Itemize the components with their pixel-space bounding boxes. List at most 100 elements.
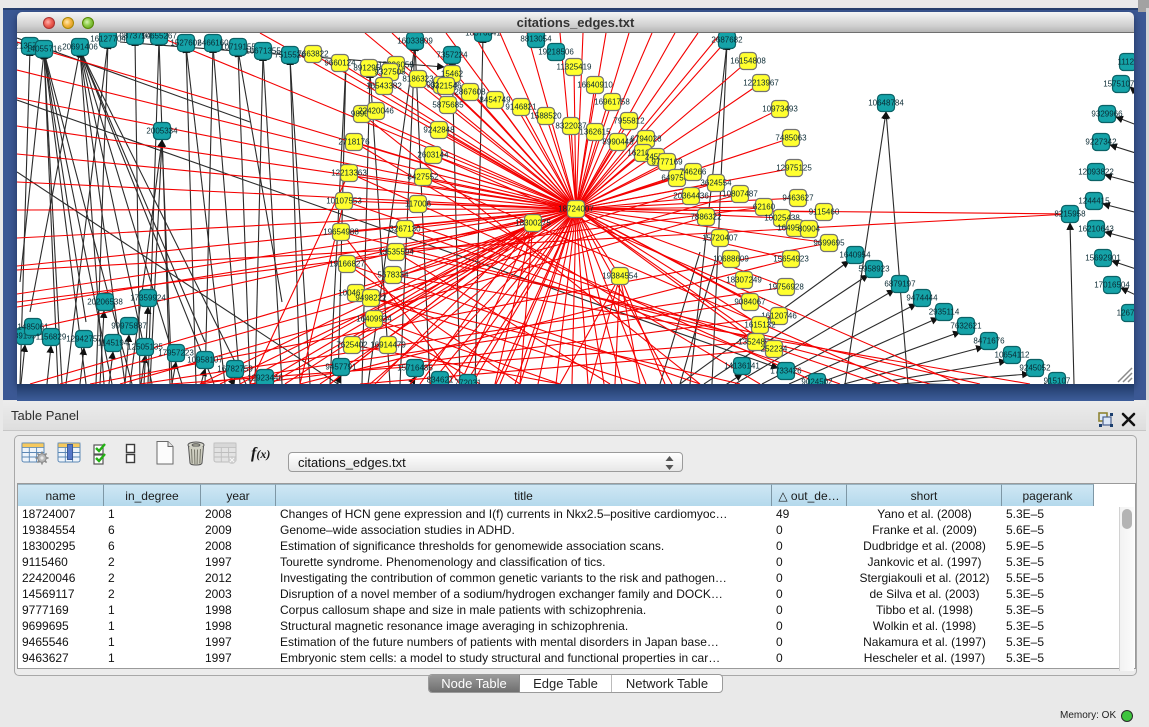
svg-text:2603144: 2603144 <box>417 151 449 160</box>
svg-text:6794028: 6794028 <box>630 135 662 144</box>
svg-text:11325419: 11325419 <box>557 63 593 72</box>
svg-text:16640910: 16640910 <box>577 81 613 90</box>
svg-text:15751074: 15751074 <box>1103 80 1134 89</box>
svg-text:117006: 117006 <box>405 200 432 209</box>
svg-text:12923446: 12923446 <box>247 374 283 383</box>
svg-text:20364436: 20364436 <box>673 192 709 201</box>
svg-text:9463627: 9463627 <box>782 194 814 203</box>
svg-text:10688609: 10688609 <box>713 255 749 264</box>
svg-text:10654112: 10654112 <box>995 351 1031 360</box>
svg-text:16543382: 16543382 <box>366 82 402 91</box>
svg-text:746266: 746266 <box>680 168 707 177</box>
svg-text:1615132: 1615132 <box>744 321 776 330</box>
svg-text:5875685: 5875685 <box>432 101 464 110</box>
svg-text:9474444: 9474444 <box>906 294 938 303</box>
svg-text:12213363: 12213363 <box>331 169 367 178</box>
svg-text:915107: 915107 <box>1044 377 1071 385</box>
svg-text:16154808: 16154808 <box>730 57 766 66</box>
svg-text:19166827: 19166827 <box>329 260 365 269</box>
svg-text:1145194: 1145194 <box>98 339 129 348</box>
svg-text:9327505: 9327505 <box>374 68 406 77</box>
svg-text:22420046: 22420046 <box>358 107 394 116</box>
svg-text:8427552: 8427552 <box>407 173 439 182</box>
svg-text:7357224: 7357224 <box>436 51 468 60</box>
svg-text:18576841: 18576841 <box>465 33 501 38</box>
svg-text:15692901: 15692901 <box>1085 254 1121 263</box>
svg-text:1244415: 1244415 <box>1078 197 1110 206</box>
svg-text:9146821: 9146821 <box>505 103 537 112</box>
svg-text:9084067: 9084067 <box>734 298 766 307</box>
svg-text:15720407: 15720407 <box>702 234 738 243</box>
svg-text:16409934: 16409934 <box>356 315 392 324</box>
svg-text:2935114: 2935114 <box>929 308 960 317</box>
svg-text:7955812: 7955812 <box>613 117 645 126</box>
svg-text:18300275: 18300275 <box>515 219 551 228</box>
svg-text:8471676: 8471676 <box>973 337 1005 346</box>
svg-text:12975125: 12975125 <box>776 164 812 173</box>
svg-text:19384554: 19384554 <box>602 272 638 281</box>
svg-text:18307249: 18307249 <box>726 276 762 285</box>
svg-text:11123: 11123 <box>1117 58 1134 67</box>
svg-text:1156829: 1156829 <box>36 333 67 342</box>
svg-text:9242848: 9242848 <box>423 126 455 135</box>
svg-text:20691406: 20691406 <box>62 43 98 52</box>
svg-text:9227342: 9227342 <box>1085 138 1117 147</box>
svg-text:834621: 834621 <box>427 376 454 385</box>
svg-text:16033809: 16033809 <box>397 37 433 46</box>
svg-text:99975887: 99975887 <box>111 322 147 331</box>
svg-text:7663822: 7663822 <box>297 50 329 59</box>
svg-text:126753: 126753 <box>1117 309 1134 318</box>
svg-text:16961758: 16961758 <box>594 98 630 107</box>
svg-text:3624554: 3624554 <box>700 179 732 188</box>
svg-text:5958923: 5958923 <box>858 265 890 274</box>
svg-text:10973493: 10973493 <box>762 105 798 114</box>
svg-text:7632621: 7632621 <box>950 322 982 331</box>
svg-text:1588520: 1588520 <box>530 112 562 121</box>
svg-text:14136141: 14136141 <box>724 362 760 371</box>
svg-text:17016504: 17016504 <box>1094 281 1130 290</box>
svg-text:15654923: 15654923 <box>773 255 809 264</box>
svg-text:8990448: 8990448 <box>602 138 634 147</box>
svg-text:252234: 252234 <box>761 345 788 354</box>
svg-text:14055716: 14055716 <box>26 45 62 54</box>
svg-text:8813054: 8813054 <box>520 35 552 44</box>
svg-text:1640954: 1640954 <box>839 251 871 260</box>
svg-text:9660124: 9660124 <box>324 59 356 68</box>
svg-text:15716485: 15716485 <box>397 364 433 373</box>
svg-text:9115460: 9115460 <box>809 208 840 217</box>
svg-text:19756928: 19756928 <box>768 283 804 292</box>
svg-text:19654988: 19654988 <box>323 228 359 237</box>
svg-text:2687682: 2687682 <box>711 36 743 45</box>
svg-text:17359924: 17359924 <box>130 294 166 303</box>
svg-text:9245052: 9245052 <box>1019 364 1051 373</box>
svg-text:3267130: 3267130 <box>389 225 421 234</box>
svg-text:62160: 62160 <box>753 203 776 212</box>
svg-text:16210643: 16210643 <box>1078 225 1114 234</box>
svg-text:1733426: 1733426 <box>770 367 802 376</box>
svg-text:16914479: 16914479 <box>370 341 406 350</box>
svg-text:12093822: 12093822 <box>1078 168 1114 177</box>
svg-text:9329966: 9329966 <box>1091 110 1123 119</box>
svg-text:8215958: 8215958 <box>1054 210 1086 219</box>
svg-text:9498222: 9498222 <box>355 294 387 303</box>
svg-text:13535594: 13535594 <box>378 248 414 257</box>
svg-text:9699695: 9699695 <box>813 239 845 248</box>
svg-text:7625402: 7625402 <box>336 341 368 350</box>
svg-text:16782759: 16782759 <box>217 365 253 374</box>
svg-text:20206538: 20206538 <box>87 298 123 307</box>
svg-text:80904: 80904 <box>798 225 821 234</box>
svg-text:7886322: 7886322 <box>690 213 722 222</box>
svg-text:18724007: 18724007 <box>558 205 594 214</box>
svg-text:12213967: 12213967 <box>743 79 779 88</box>
svg-text:1362615: 1362615 <box>579 128 611 137</box>
svg-text:2005334: 2005334 <box>146 127 178 136</box>
svg-text:10107553: 10107553 <box>326 197 362 206</box>
svg-text:5678334: 5678334 <box>377 271 409 280</box>
svg-text:6879197: 6879197 <box>884 280 916 289</box>
svg-text:10807487: 10807487 <box>722 190 758 199</box>
svg-text:9457791: 9457791 <box>325 363 357 372</box>
svg-text:2718176: 2718176 <box>338 138 370 147</box>
svg-text:9777169: 9777169 <box>651 158 683 167</box>
svg-text:7485063: 7485063 <box>775 134 807 143</box>
svg-text:10648784: 10648784 <box>868 99 904 108</box>
